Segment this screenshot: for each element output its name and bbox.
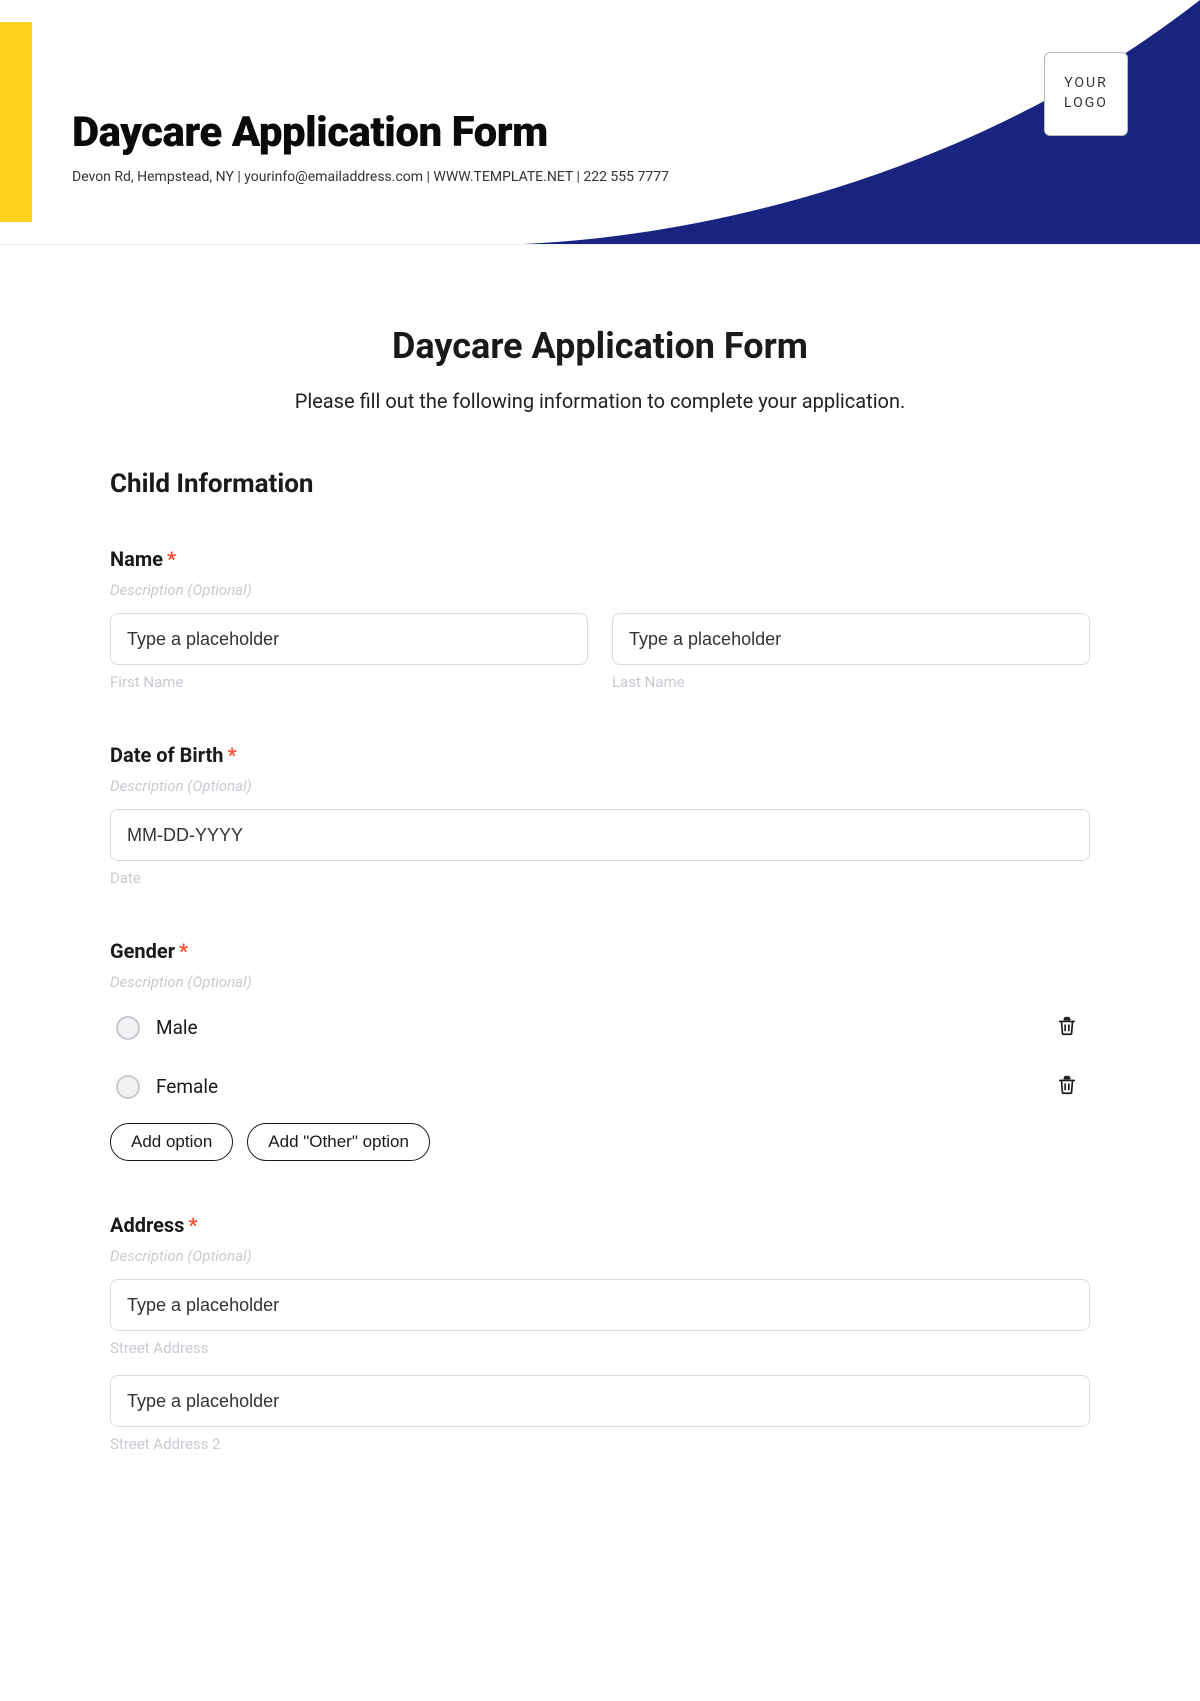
gender-desc[interactable]: Description (Optional) <box>110 973 1090 991</box>
last-name-sublabel: Last Name <box>612 673 1090 691</box>
address-desc[interactable]: Description (Optional) <box>110 1247 1090 1265</box>
street-address-sublabel: Street Address <box>110 1339 1090 1357</box>
dob-label-text: Date of Birth <box>110 743 224 767</box>
gender-male-label: Male <box>156 1016 198 1039</box>
street-address-2-sublabel: Street Address 2 <box>110 1435 1090 1453</box>
field-gender: Gender* Description (Optional) Male Fema… <box>110 939 1090 1161</box>
field-address: Address* Description (Optional) Street A… <box>110 1213 1090 1453</box>
delete-option-button[interactable] <box>1052 1011 1082 1044</box>
street-address-input[interactable] <box>110 1279 1090 1331</box>
dob-input[interactable] <box>110 809 1090 861</box>
name-label-text: Name <box>110 547 163 571</box>
gender-female-label: Female <box>156 1075 218 1098</box>
street-address-2-input[interactable] <box>110 1375 1090 1427</box>
section-child-info: Child Information <box>110 469 1090 499</box>
add-option-button[interactable]: Add option <box>110 1123 233 1161</box>
form-container: Daycare Application Form Please fill out… <box>0 245 1200 1545</box>
logo-text-1: YOUR <box>1064 74 1108 94</box>
radio-icon <box>116 1016 140 1040</box>
required-mark: * <box>167 547 176 571</box>
dob-sublabel: Date <box>110 869 1090 887</box>
first-name-sublabel: First Name <box>110 673 588 691</box>
form-title: Daycare Application Form <box>110 325 1090 367</box>
address-label: Address* <box>110 1213 1090 1237</box>
gender-label: Gender* <box>110 939 1090 963</box>
required-mark: * <box>228 743 237 767</box>
field-name: Name* Description (Optional) First Name … <box>110 547 1090 691</box>
logo-placeholder: YOUR LOGO <box>1044 52 1128 136</box>
gender-option-female[interactable]: Female <box>110 1064 1090 1109</box>
header-subtitle: Devon Rd, Hempstead, NY | yourinfo@email… <box>72 169 669 185</box>
field-dob: Date of Birth* Description (Optional) Da… <box>110 743 1090 887</box>
accent-bar <box>0 22 32 222</box>
gender-option-male[interactable]: Male <box>110 1005 1090 1050</box>
last-name-input[interactable] <box>612 613 1090 665</box>
first-name-input[interactable] <box>110 613 588 665</box>
add-other-option-button[interactable]: Add "Other" option <box>247 1123 430 1161</box>
header-title: Daycare Application Form <box>72 108 669 157</box>
required-mark: * <box>179 939 188 963</box>
radio-icon <box>116 1075 140 1099</box>
trash-icon <box>1056 1074 1078 1096</box>
form-description: Please fill out the following informatio… <box>110 389 1090 413</box>
dob-desc[interactable]: Description (Optional) <box>110 777 1090 795</box>
required-mark: * <box>188 1213 197 1237</box>
name-label: Name* <box>110 547 1090 571</box>
gender-label-text: Gender <box>110 939 175 963</box>
dob-label: Date of Birth* <box>110 743 1090 767</box>
page-header: YOUR LOGO Daycare Application Form Devon… <box>0 0 1200 245</box>
logo-text-2: LOGO <box>1064 94 1108 114</box>
address-label-text: Address <box>110 1213 184 1237</box>
delete-option-button[interactable] <box>1052 1070 1082 1103</box>
name-desc[interactable]: Description (Optional) <box>110 581 1090 599</box>
trash-icon <box>1056 1015 1078 1037</box>
